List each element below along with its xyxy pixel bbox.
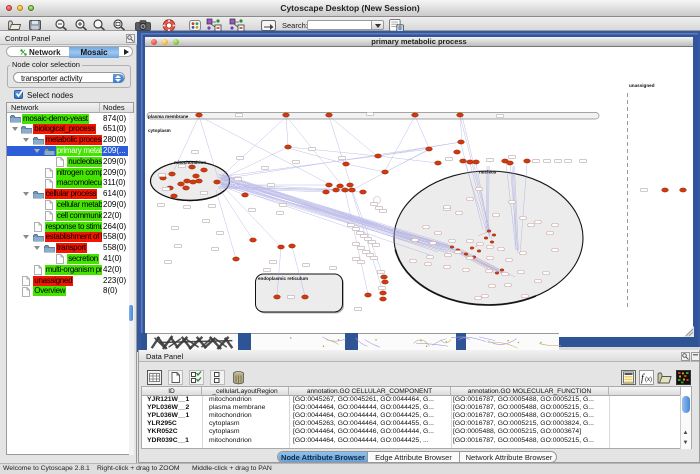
svg-text:mitochondrion: mitochondrion: [174, 160, 206, 165]
svg-text:(x): (x): [645, 377, 652, 383]
svg-text:endoplasmic reticulum: endoplasmic reticulum: [258, 276, 308, 281]
svg-text:cytoplasm: cytoplasm: [148, 128, 171, 133]
svg-text:nucleus: nucleus: [479, 170, 497, 175]
svg-text:unassigned: unassigned: [629, 83, 655, 88]
svg-text:plasma membrane: plasma membrane: [148, 114, 189, 119]
